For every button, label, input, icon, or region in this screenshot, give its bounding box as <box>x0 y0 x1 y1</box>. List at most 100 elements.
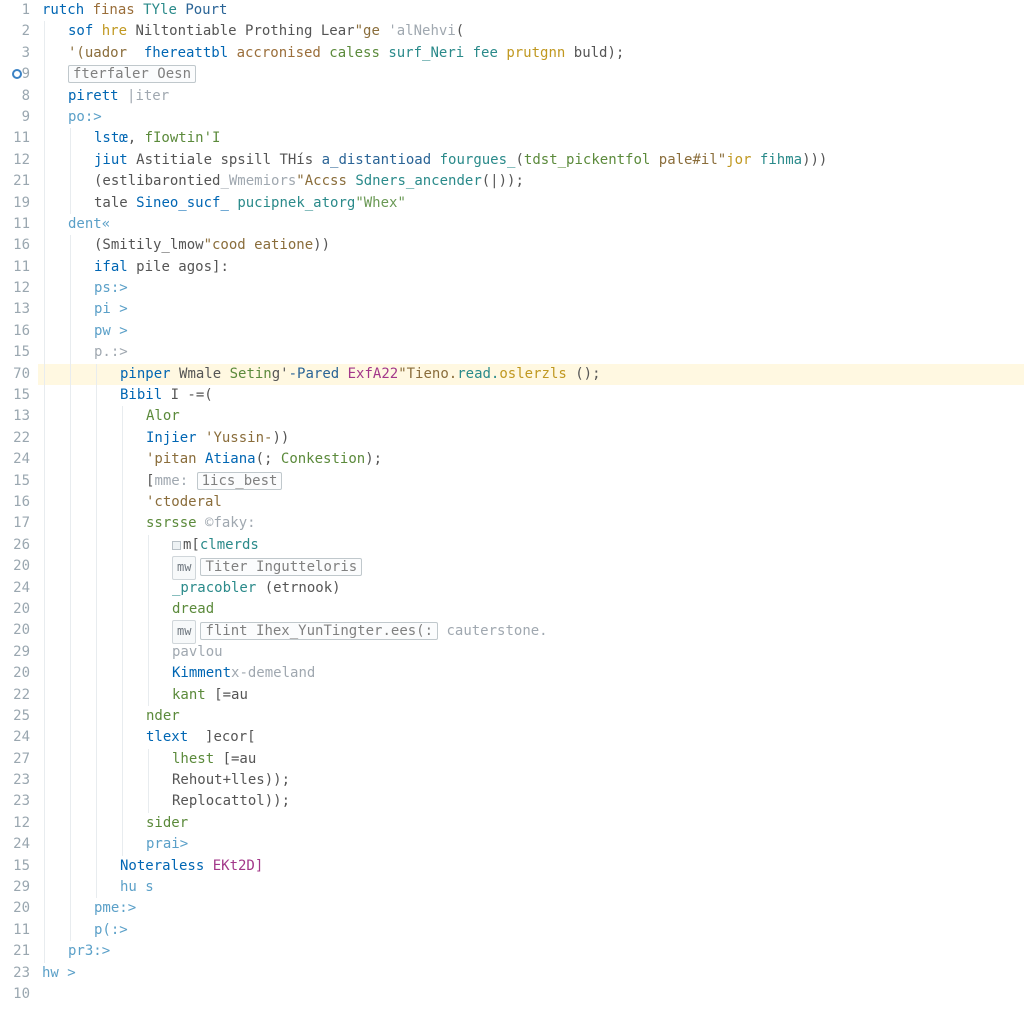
code-line[interactable]: tlext ]ecor[ <box>38 727 1024 748</box>
code-line[interactable]: hw > <box>38 963 1024 984</box>
indent-guide <box>70 449 71 470</box>
line-number: 25 <box>0 706 30 727</box>
indent-guide <box>70 578 71 599</box>
code-line[interactable]: pme:> <box>38 898 1024 919</box>
indent-guide <box>44 449 45 470</box>
code-line[interactable]: '(uador fhereattbl accronised caless sur… <box>38 43 1024 64</box>
code-line[interactable]: pirett |iter <box>38 86 1024 107</box>
code-token: Replocattol <box>172 793 265 809</box>
code-line[interactable]: Rehout+lles)); <box>38 770 1024 791</box>
indent-guide <box>96 791 97 812</box>
code-line[interactable]: prai> <box>38 834 1024 855</box>
code-line[interactable]: pw > <box>38 321 1024 342</box>
code-token: x-demeland <box>231 665 315 681</box>
line-number: 8 <box>0 86 30 107</box>
code-line[interactable]: kant [=au <box>38 685 1024 706</box>
code-token: oslerzls <box>499 366 575 382</box>
breakpoint-icon[interactable] <box>12 69 22 79</box>
code-line[interactable]: 'ctoderal <box>38 492 1024 513</box>
line-number: 70 <box>0 364 30 385</box>
code-line[interactable]: sider <box>38 813 1024 834</box>
code-line[interactable]: m[clmerds <box>38 535 1024 556</box>
code-token: hu s <box>120 879 154 895</box>
code-token: 'Yussin- <box>205 430 272 446</box>
code-line[interactable]: ssrsse ©faky: <box>38 513 1024 534</box>
indent-guide <box>96 513 97 534</box>
line-number: 12 <box>0 150 30 171</box>
code-line[interactable]: 'pitan Atiana(; Conkestion); <box>38 449 1024 470</box>
indent-guide <box>122 578 123 599</box>
line-number: 9 <box>0 64 30 85</box>
code-line[interactable]: rutch finas TYle Pourt <box>38 0 1024 21</box>
indent-guide <box>70 128 71 149</box>
code-line[interactable]: Replocattol)); <box>38 791 1024 812</box>
code-line[interactable]: sof hre Niltontiable Prothing Lear"ge 'a… <box>38 21 1024 42</box>
indent-guide <box>44 342 45 363</box>
code-token: Niltontiable Prothing Lear <box>135 23 354 39</box>
code-token: "Whex" <box>355 195 406 211</box>
code-token: tdst_pickentfol <box>524 152 659 168</box>
fold-toggle-icon[interactable] <box>172 541 181 550</box>
code-line[interactable]: ifal pile agos]: <box>38 257 1024 278</box>
code-line[interactable]: [mme: 1ics_best <box>38 471 1024 492</box>
code-token: g' <box>272 366 289 382</box>
indent-guide <box>44 856 45 877</box>
indent-guide <box>148 642 149 663</box>
indent-guide <box>96 578 97 599</box>
line-number: 19 <box>0 193 30 214</box>
code-token: cauterstone. <box>438 623 548 639</box>
code-line[interactable]: p(:> <box>38 920 1024 941</box>
indent-guide <box>122 685 123 706</box>
code-line[interactable]: tale Sineo_sucf_ pucipnek_atorg"Whex" <box>38 193 1024 214</box>
code-token: Sineo_sucf_ <box>136 195 237 211</box>
code-line[interactable]: p.:> <box>38 342 1024 363</box>
code-line[interactable]: ps:> <box>38 278 1024 299</box>
code-line[interactable]: Injier 'Yussin-)) <box>38 428 1024 449</box>
indent-guide <box>96 727 97 748</box>
code-token: (|)); <box>482 173 524 189</box>
code-token: finas <box>93 2 144 18</box>
code-line[interactable]: fterfaler Oesn <box>38 64 1024 85</box>
code-line[interactable]: nder <box>38 706 1024 727</box>
code-line[interactable]: pavlou <box>38 642 1024 663</box>
line-number: 15 <box>0 385 30 406</box>
code-token: surf_Neri fee <box>388 45 506 61</box>
code-token: "cood eatione <box>204 237 314 253</box>
code-line[interactable]: pi > <box>38 299 1024 320</box>
code-line[interactable]: Alor <box>38 406 1024 427</box>
code-token: po:> <box>68 109 102 125</box>
code-line[interactable]: mwflint Ihex_YunTingter.ees(: cauterston… <box>38 620 1024 641</box>
indent-guide <box>70 685 71 706</box>
code-line[interactable]: mwTiter Ingutteloris <box>38 556 1024 577</box>
indent-guide <box>44 513 45 534</box>
code-line[interactable]: Bibil I -=( <box>38 385 1024 406</box>
code-line[interactable]: hu s <box>38 877 1024 898</box>
code-line[interactable]: dent« <box>38 214 1024 235</box>
indent-guide <box>44 321 45 342</box>
code-token: pr3:> <box>68 943 110 959</box>
code-line[interactable]: lstœ, fIowtin'I <box>38 128 1024 149</box>
indent-guide <box>148 791 149 812</box>
code-token: p(:> <box>94 922 128 938</box>
code-line[interactable]: _pracobler (etrnook) <box>38 578 1024 599</box>
code-line[interactable]: (Smitily_lmow"cood eatione)) <box>38 235 1024 256</box>
code-line[interactable]: lhest [=au <box>38 749 1024 770</box>
code-line[interactable]: po:> <box>38 107 1024 128</box>
code-line[interactable] <box>38 984 1024 1005</box>
line-number-gutter: 1239891112211911161112131615701513222415… <box>0 0 38 1024</box>
code-line[interactable]: pinper Wmale Seting'-Pared ExfA22"Tieno.… <box>38 364 1024 385</box>
line-number: 24 <box>0 834 30 855</box>
code-line[interactable]: pr3:> <box>38 941 1024 962</box>
code-line[interactable]: jiut Astitiale spsill THís a_distantioad… <box>38 150 1024 171</box>
code-line[interactable]: dread <box>38 599 1024 620</box>
code-editor[interactable]: 1239891112211911161112131615701513222415… <box>0 0 1024 1024</box>
code-token: jiut <box>94 152 136 168</box>
code-line[interactable]: Noteraless EKt2D] <box>38 856 1024 877</box>
code-line[interactable]: Kimmentx-demeland <box>38 663 1024 684</box>
code-token: Pourt <box>185 2 227 18</box>
indent-guide <box>44 214 45 235</box>
indent-guide <box>44 920 45 941</box>
indent-guide <box>122 727 123 748</box>
code-area[interactable]: rutch finas TYle Pourtsof hre Niltontiab… <box>38 0 1024 1024</box>
code-line[interactable]: (estlibarontied_Wmemiors"Accss Sdners_an… <box>38 171 1024 192</box>
